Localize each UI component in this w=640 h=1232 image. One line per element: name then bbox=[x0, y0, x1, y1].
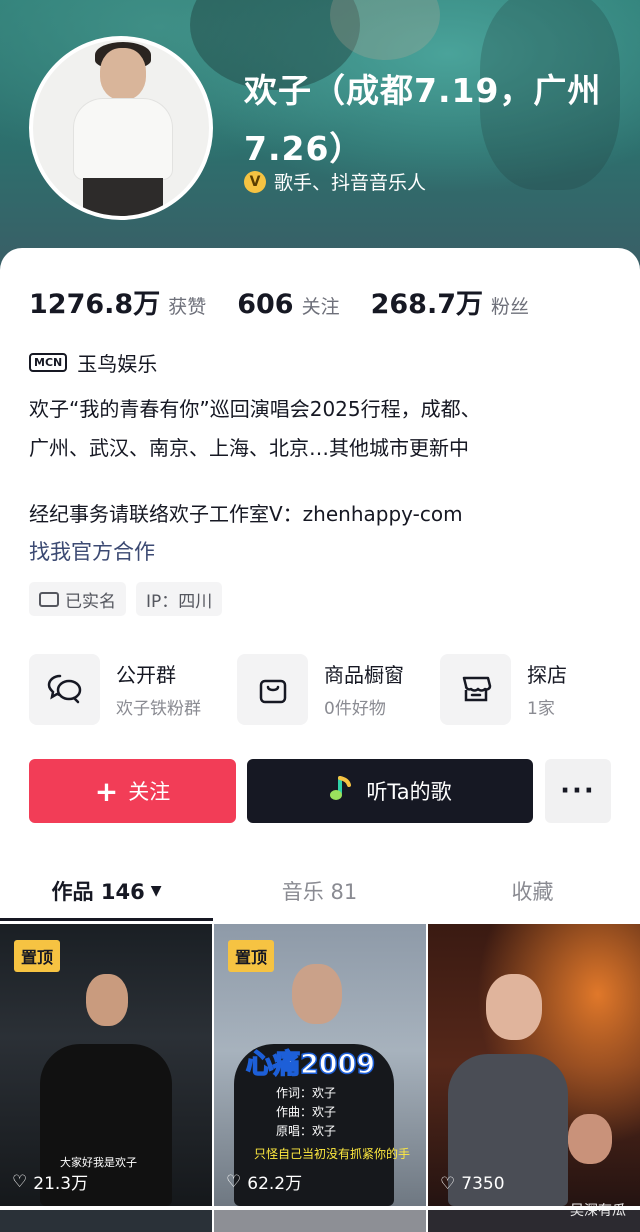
tag-row: 已实名 IP：四川 bbox=[29, 582, 223, 616]
bio: 欢子“我的青春有你”巡回演唱会2025行程，成都、 广州、武汉、南京、上海、北京… bbox=[29, 390, 619, 468]
video-person-face bbox=[86, 974, 128, 1026]
credit-line: 作词：欢子 bbox=[276, 1086, 337, 1100]
video-grid: 置顶 大家好我是欢子 ♡ 21.3万 置顶 心痛2009 作词：欢子 作曲：欢子… bbox=[0, 924, 640, 1206]
video-lyric: 只怪自己当初没有抓紧你的手 bbox=[254, 1147, 411, 1161]
avatar[interactable] bbox=[29, 36, 213, 220]
more-options-button[interactable]: ··· bbox=[545, 759, 611, 823]
pinned-badge: 置顶 bbox=[14, 940, 61, 972]
ip-location-tag: IP：四川 bbox=[136, 582, 223, 616]
video-thumbnail[interactable] bbox=[214, 1210, 426, 1232]
heart-icon: ♡ bbox=[12, 1171, 28, 1192]
profile-card: 1276.8万 获赞 606 关注 268.7万 粉丝 MCN 玉鸟娱乐 欢子“… bbox=[0, 248, 640, 1232]
mcn-badge: MCN bbox=[29, 353, 68, 372]
following-label[interactable]: 关注 bbox=[302, 292, 340, 319]
profile-banner: 欢子（成都7.19，广州7.26） V 歌手、抖音音乐人 bbox=[0, 0, 640, 270]
mcn-row[interactable]: MCN 玉鸟娱乐 bbox=[29, 348, 157, 377]
service-shop-window[interactable]: 商品橱窗 0件好物 bbox=[237, 652, 404, 726]
real-name-tag: 已实名 bbox=[29, 582, 126, 616]
likes-label: 获赞 bbox=[168, 296, 207, 318]
following-count[interactable]: 606 bbox=[237, 289, 293, 320]
video-thumbnail[interactable]: 置顶 心痛2009 作词：欢子 作曲：欢子 原唱：欢子 只怪自己当初没有抓紧你的… bbox=[214, 924, 426, 1206]
music-label: 听Ta的歌 bbox=[366, 780, 452, 804]
tag-label: 已实名 bbox=[65, 591, 116, 612]
video-likes: ♡ 7350 bbox=[440, 1174, 505, 1194]
followers-label[interactable]: 粉丝 bbox=[491, 292, 529, 319]
credit-line: 作曲：欢子 bbox=[276, 1105, 337, 1119]
video-person-face bbox=[568, 1114, 612, 1164]
pinned-badge: 置顶 bbox=[228, 940, 275, 972]
video-grid-next-row bbox=[0, 1210, 640, 1232]
profile-name: 欢子（成都7.19，广州7.26） bbox=[244, 71, 602, 168]
likes-count: 21.3万 bbox=[33, 1174, 89, 1194]
service-subtitle: 欢子铁粉群 bbox=[116, 699, 201, 719]
video-likes: ♡ 21.3万 bbox=[12, 1169, 89, 1195]
plus-icon: + bbox=[94, 774, 119, 808]
likes-count: 62.2万 bbox=[247, 1174, 303, 1194]
likes-count: 1276.8万 bbox=[29, 289, 161, 320]
avatar-face bbox=[100, 48, 146, 100]
video-song-title: 心痛2009 bbox=[245, 1048, 376, 1081]
video-person-face bbox=[486, 974, 542, 1040]
likes-count: 7350 bbox=[461, 1174, 505, 1194]
tab-favorites[interactable]: 收藏 bbox=[426, 860, 639, 922]
music-note-icon bbox=[328, 775, 354, 808]
bio-line: 欢子“我的青春有你”巡回演唱会2025行程，成都、 bbox=[29, 397, 481, 421]
official-cooperation-link[interactable]: 找我官方合作 bbox=[29, 536, 155, 566]
store-icon bbox=[440, 653, 511, 725]
video-caption: 大家好我是欢子 bbox=[60, 1156, 137, 1169]
id-card-icon bbox=[39, 591, 59, 607]
video-person-face bbox=[292, 964, 342, 1024]
heart-icon: ♡ bbox=[440, 1174, 456, 1194]
video-thumbnail[interactable]: ♡ 7350 bbox=[428, 924, 640, 1206]
tag-label: IP：四川 bbox=[146, 591, 213, 612]
mcn-name: 玉鸟娱乐 bbox=[77, 352, 158, 376]
tab-works[interactable]: 作品 146 ▼ bbox=[0, 860, 213, 922]
bio-line: 广州、武汉、南京、上海、北京…其他城市更新中 bbox=[29, 436, 469, 460]
video-likes: ♡ 62.2万 bbox=[226, 1169, 303, 1195]
service-subtitle: 0件好物 bbox=[324, 699, 386, 719]
service-fan-group[interactable]: 公开群 欢子铁粉群 bbox=[29, 652, 201, 726]
stats-row: 1276.8万 获赞 606 关注 268.7万 粉丝 bbox=[29, 282, 560, 321]
service-title: 商品橱窗 bbox=[324, 663, 404, 687]
tab-label: 作品 146 bbox=[51, 880, 145, 904]
follow-label: 关注 bbox=[128, 780, 171, 804]
verification-text: 歌手、抖音音乐人 bbox=[274, 172, 427, 194]
listen-songs-button[interactable]: 听Ta的歌 bbox=[247, 759, 533, 823]
credit-line: 原唱：欢子 bbox=[276, 1124, 337, 1138]
followers-count[interactable]: 268.7万 bbox=[371, 282, 483, 321]
avatar-pants bbox=[83, 178, 163, 216]
content-tabs: 作品 146 ▼ 音乐 81 收藏 bbox=[0, 860, 640, 922]
service-title: 公开群 bbox=[116, 663, 176, 687]
services-row: 公开群 欢子铁粉群 商品橱窗 0件好物 探店 1家 bbox=[29, 652, 640, 726]
tab-music[interactable]: 音乐 81 bbox=[213, 860, 426, 922]
avatar-shirt bbox=[73, 98, 173, 180]
service-title: 探店 bbox=[527, 663, 567, 687]
follow-button[interactable]: + 关注 bbox=[29, 759, 236, 823]
tab-label: 收藏 bbox=[511, 880, 554, 904]
verified-icon: V bbox=[244, 170, 266, 193]
bio-contact: 经纪事务请联络欢子工作室V：zhenhappy-com bbox=[29, 502, 463, 526]
chat-bubbles-icon bbox=[29, 653, 100, 725]
watermark: 吴深有瓜 bbox=[570, 1203, 626, 1219]
video-thumbnail[interactable] bbox=[0, 1210, 212, 1232]
shopping-bag-icon bbox=[237, 653, 308, 725]
video-thumbnail[interactable]: 置顶 大家好我是欢子 ♡ 21.3万 bbox=[0, 924, 212, 1206]
video-credits: 作词：欢子 作曲：欢子 原唱：欢子 bbox=[276, 1084, 336, 1141]
service-store-visit[interactable]: 探店 1家 bbox=[440, 652, 567, 726]
verification-row: V 歌手、抖音音乐人 bbox=[244, 168, 426, 195]
tab-label: 音乐 81 bbox=[281, 880, 358, 904]
heart-icon: ♡ bbox=[226, 1171, 242, 1192]
service-subtitle: 1家 bbox=[527, 699, 555, 719]
active-tab-indicator bbox=[0, 918, 213, 921]
caret-down-icon: ▼ bbox=[150, 883, 162, 899]
